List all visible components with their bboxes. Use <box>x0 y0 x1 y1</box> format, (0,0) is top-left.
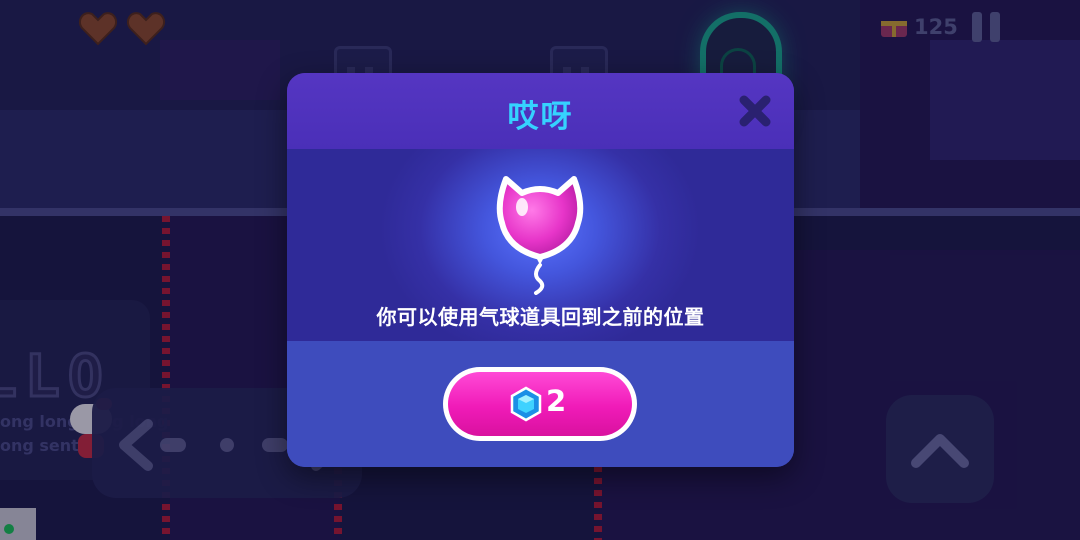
use-balloon-button[interactable]: 2 <box>443 367 637 441</box>
oops-dialog: 哎呀 你可以使用气球道具回到之前的位置 2 <box>287 73 794 467</box>
blue-gem-icon <box>510 386 542 422</box>
dialog-title: 哎呀 <box>507 99 574 135</box>
kitty-balloon-icon <box>496 176 584 295</box>
close-icon[interactable] <box>737 93 773 129</box>
use-balloon-button-fill: 2 <box>448 372 632 436</box>
gem-cost: 2 <box>546 384 567 418</box>
dialog-message: 你可以使用气球道具回到之前的位置 <box>376 305 705 329</box>
